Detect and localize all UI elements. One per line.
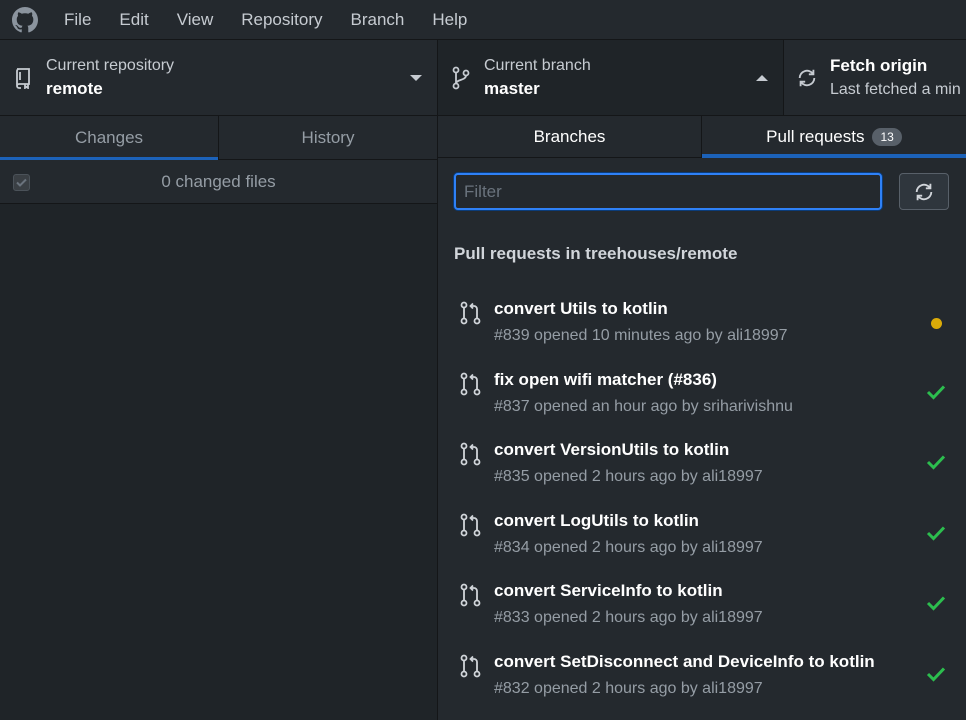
menu-edit[interactable]: Edit: [105, 0, 162, 40]
pull-request-icon: [460, 513, 482, 542]
pull-request-subtitle: #835 opened 2 hours ago by ali18997: [494, 468, 763, 486]
check-icon: [926, 385, 946, 400]
pending-status-icon: [931, 318, 942, 329]
branch-dropdown: Branches Pull requests 13 Pull requests …: [438, 116, 966, 720]
pull-request-item[interactable]: convert SetDisconnect and DeviceInfo to …: [438, 644, 966, 715]
check-icon: [926, 596, 946, 612]
branch-value: master: [484, 78, 540, 98]
menu-repository[interactable]: Repository: [227, 0, 336, 40]
toolbar: Current repository remote Current branch…: [0, 40, 966, 116]
tab-pull-requests[interactable]: Pull requests 13: [702, 116, 966, 158]
pull-request-subtitle: #837 opened an hour ago by sriharivishnu: [494, 397, 793, 415]
pull-request-title: convert ServiceInfo to kotlin: [494, 581, 723, 601]
check-icon: [926, 455, 946, 470]
pull-request-subtitle: #834 opened 2 hours ago by ali18997: [494, 538, 763, 556]
changes-pane: Changes History 0 changed files: [0, 116, 438, 720]
menu-view[interactable]: View: [163, 0, 228, 40]
ci-status: [926, 384, 946, 405]
current-branch-button[interactable]: Current branch master: [438, 40, 784, 115]
fetch-subtitle: Last fetched a min: [830, 80, 961, 98]
repo-value: remote: [46, 78, 103, 98]
pull-request-icon: [460, 301, 482, 330]
tab-branches-label: Branches: [533, 126, 606, 146]
repo-label: Current repository: [46, 56, 175, 74]
github-logo-icon: [0, 0, 50, 40]
pull-request-item[interactable]: convert Utils to kotlin #839 opened 10 m…: [438, 291, 966, 362]
menu-bar: File Edit View Repository Branch Help: [0, 0, 966, 40]
pull-requests-header: Pull requests in treehouses/remote: [454, 244, 738, 263]
pull-request-count-badge: 13: [872, 127, 902, 146]
pull-request-title: fix open wifi matcher (#836): [494, 369, 717, 389]
caret-up-icon: [755, 70, 769, 88]
menu-file[interactable]: File: [50, 0, 105, 40]
check-icon: [926, 526, 946, 541]
filter-input[interactable]: [454, 173, 882, 210]
pull-request-item[interactable]: fix open wifi matcher (#836) #837 opened…: [438, 362, 966, 433]
ci-status: [926, 454, 946, 475]
ci-status: [926, 595, 946, 616]
changed-files-count: 0 changed files: [161, 171, 276, 191]
branch-dropdown-tabs: Branches Pull requests 13: [438, 116, 966, 158]
branch-icon: [438, 66, 484, 90]
pull-request-item[interactable]: convert ServiceInfo to kotlin #833 opene…: [438, 573, 966, 644]
pull-request-icon: [460, 442, 482, 471]
check-icon: [16, 178, 27, 187]
pull-request-item[interactable]: convert VersionUtils to kotlin #835 open…: [438, 432, 966, 503]
pull-request-title: convert Utils to kotlin: [494, 299, 668, 318]
ci-status: [926, 525, 946, 546]
tab-branches[interactable]: Branches: [438, 116, 702, 157]
pull-request-title: convert VersionUtils to kotlin: [494, 440, 730, 460]
refresh-pull-requests-button[interactable]: [899, 173, 949, 210]
tab-changes[interactable]: Changes: [0, 116, 218, 160]
ci-status: [931, 313, 946, 329]
left-tabs: Changes History: [0, 116, 437, 160]
sync-icon: [915, 183, 933, 200]
fetch-label: Fetch origin: [830, 55, 928, 75]
pull-request-title: convert LogUtils to kotlin: [494, 510, 699, 530]
menu-help[interactable]: Help: [418, 0, 481, 40]
pull-request-list: convert Utils to kotlin #839 opened 10 m…: [438, 291, 966, 715]
pull-request-icon: [460, 583, 482, 612]
branch-label: Current branch: [484, 56, 591, 74]
select-all-checkbox[interactable]: [13, 174, 30, 191]
fetch-origin-button[interactable]: Fetch origin Last fetched a min: [784, 40, 966, 115]
pull-request-icon: [460, 654, 482, 683]
tab-history[interactable]: History: [218, 116, 437, 159]
sync-icon: [784, 67, 830, 89]
repo-icon: [0, 67, 46, 89]
check-icon: [926, 667, 946, 682]
pull-request-title: convert SetDisconnect and DeviceInfo to …: [494, 651, 875, 671]
pull-request-icon: [460, 372, 482, 401]
current-repository-button[interactable]: Current repository remote: [0, 40, 438, 115]
caret-down-icon: [409, 70, 423, 88]
pull-request-subtitle: #832 opened 2 hours ago by ali18997: [494, 679, 763, 697]
ci-status: [926, 666, 946, 687]
changed-files-header: 0 changed files: [0, 160, 437, 204]
pull-request-subtitle: #833 opened 2 hours ago by ali18997: [494, 609, 763, 627]
menu-branch[interactable]: Branch: [337, 0, 419, 40]
pull-request-item[interactable]: convert LogUtils to kotlin #834 opened 2…: [438, 503, 966, 574]
tab-pull-requests-label: Pull requests: [766, 126, 865, 146]
pull-request-subtitle: #839 opened 10 minutes ago by ali18997: [494, 327, 788, 344]
